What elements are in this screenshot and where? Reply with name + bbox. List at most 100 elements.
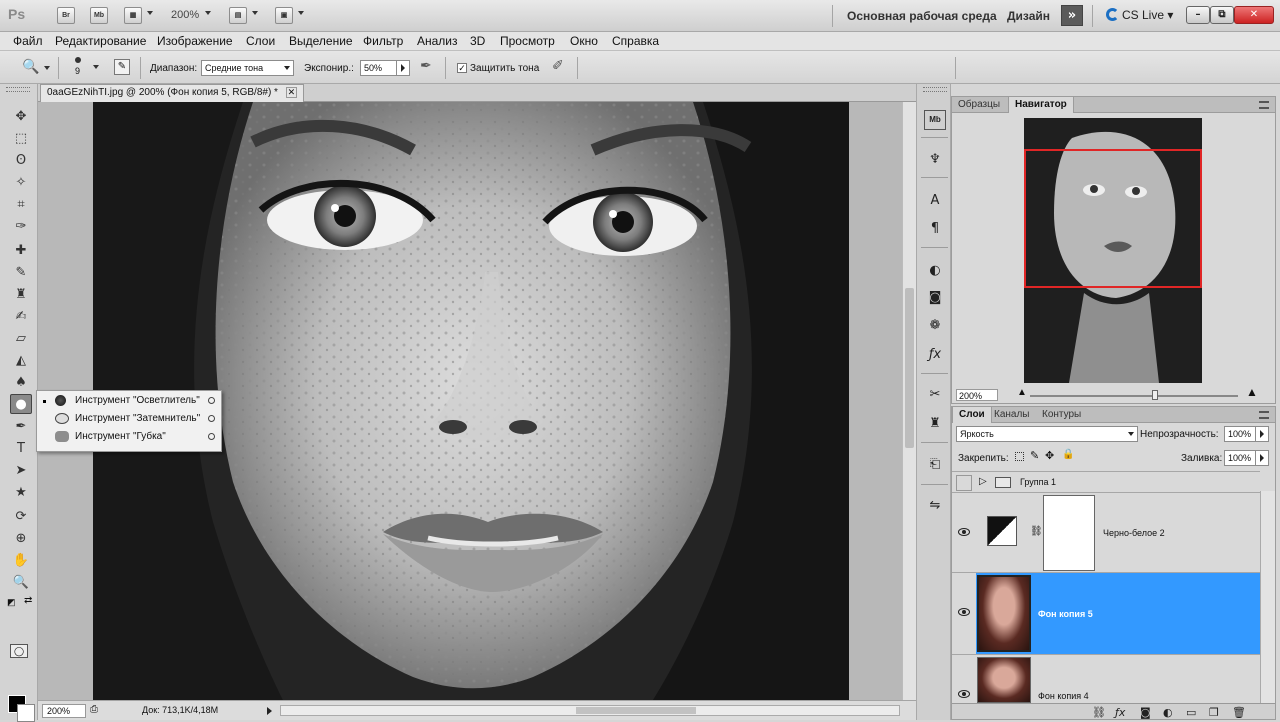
mini-bridge-button[interactable]: Mb [90, 7, 108, 24]
3d-rotate-tool-icon[interactable]: ⟳ [10, 507, 32, 527]
menu-view[interactable]: Просмотр [500, 34, 555, 48]
quick-mask-icon[interactable]: ◯ [10, 644, 28, 658]
gradient-tool-icon[interactable]: ◭ [10, 351, 32, 371]
actions-panel-icon[interactable]: ƒx [924, 345, 946, 365]
hand-tool-icon[interactable]: ✋ [10, 551, 32, 571]
airbrush-icon[interactable]: ✒ [420, 58, 432, 74]
eye-icon[interactable] [958, 528, 970, 536]
document-tab[interactable]: 0aaGEzNihTI.jpg @ 200% (Фон копия 5, RGB… [40, 84, 304, 102]
brush-tool-icon[interactable]: ✎ [10, 263, 32, 283]
slider-handle[interactable] [1152, 390, 1158, 400]
quick-selection-tool-icon[interactable]: ✧ [10, 173, 32, 193]
close-icon[interactable]: ✕ [285, 87, 297, 98]
panel-menu-icon[interactable] [1259, 101, 1269, 109]
lasso-tool-icon[interactable]: ʘ [10, 151, 32, 171]
eyedropper-tool-icon[interactable]: ✑ [10, 217, 32, 237]
default-colors-icon[interactable]: ◩ [7, 597, 16, 608]
brush-panel-toggle-icon[interactable]: ✎ [114, 59, 130, 75]
vertical-scrollbar[interactable] [902, 102, 916, 700]
exposure-input[interactable]: 50% [360, 60, 398, 76]
clone-source-panel-icon[interactable]: ♜ [924, 414, 946, 434]
menu-help[interactable]: Справка [612, 34, 659, 48]
status-page-icon[interactable]: ⎙ [90, 704, 98, 718]
adjustment-layer-icon[interactable]: ◐ [1163, 706, 1173, 719]
scrollbar-thumb[interactable] [576, 707, 696, 714]
character-panel-icon[interactable]: A [924, 191, 946, 211]
tools-presets-panel-icon[interactable]: ✂ [924, 385, 946, 405]
path-selection-tool-icon[interactable]: ➤ [10, 461, 32, 481]
menu-filter[interactable]: Фильтр [363, 34, 403, 48]
clone-stamp-tool-icon[interactable]: ♜ [10, 285, 32, 305]
3d-camera-tool-icon[interactable]: ⊕ [10, 529, 32, 549]
dodge-tool-preset-icon[interactable]: 🔍 [22, 59, 39, 75]
type-tool-icon[interactable]: T [10, 439, 32, 459]
brush-presets-panel-icon[interactable]: ♆ [924, 150, 946, 170]
menu-select[interactable]: Выделение [289, 34, 353, 48]
layer-row-group[interactable]: ▷ Группа 1 [952, 471, 1260, 493]
horizontal-scrollbar[interactable] [280, 705, 900, 716]
lock-image-icon[interactable]: ✎ [1030, 449, 1039, 462]
chevron-down-icon[interactable] [252, 11, 258, 15]
styles-panel-icon[interactable]: ❁ [924, 316, 946, 336]
fill-input[interactable]: 100% [1224, 450, 1256, 466]
lock-all-icon[interactable]: 🔒 [1062, 449, 1074, 460]
opacity-slider-button[interactable] [1255, 426, 1269, 442]
layer-row-adjustment[interactable]: ⛓ Черно-белое 2 [952, 493, 1260, 573]
history-brush-tool-icon[interactable]: ✍ [10, 307, 32, 327]
menu-3d[interactable]: 3D [470, 34, 485, 48]
zoom-level-dropdown[interactable]: 200% [171, 9, 199, 21]
tab-paths[interactable]: Контуры [1036, 407, 1087, 423]
layer-thumbnail[interactable] [977, 657, 1031, 703]
layer-style-icon[interactable]: ƒx [1115, 706, 1125, 719]
opacity-input[interactable]: 100% [1224, 426, 1256, 442]
fill-slider-button[interactable] [1255, 450, 1269, 466]
history-panel-icon[interactable]: ⎗ [924, 455, 946, 475]
menu-analysis[interactable]: Анализ [417, 34, 458, 48]
view-extras-button[interactable]: ▦ [124, 7, 142, 24]
paragraph-panel-icon[interactable]: ¶ [924, 219, 946, 239]
navigator-view-box[interactable] [1024, 149, 1202, 288]
workspace-essentials-button[interactable]: Основная рабочая среда [847, 9, 997, 23]
brush-size-value[interactable]: 9 [75, 66, 80, 76]
dock-grip[interactable] [923, 87, 947, 92]
eraser-tool-icon[interactable]: ▱ [10, 329, 32, 349]
flyout-item-sponge[interactable]: Инструмент "Губка" [37, 428, 221, 446]
background-color-swatch[interactable] [17, 704, 35, 722]
chain-link-icon[interactable]: ⛓ [1030, 526, 1043, 537]
zoom-tool-icon[interactable]: 🔍 [10, 573, 32, 593]
blend-mode-select[interactable]: Яркость [956, 426, 1138, 442]
eye-icon[interactable] [958, 690, 970, 698]
adjustments-panel-icon[interactable]: ◐ [924, 261, 946, 281]
layer-row-selected[interactable]: Фон копия 5 [952, 573, 1260, 655]
layer-thumbnail[interactable] [977, 575, 1031, 652]
eye-icon[interactable] [958, 608, 970, 616]
healing-brush-tool-icon[interactable]: ✚ [10, 241, 32, 261]
chevron-down-icon[interactable] [205, 11, 211, 15]
panel-menu-icon[interactable] [1259, 411, 1269, 419]
cs-live-button[interactable]: CS Live ▾ [1106, 8, 1173, 22]
layers-scrollbar[interactable] [1260, 491, 1275, 703]
new-group-icon[interactable]: ▭ [1186, 706, 1196, 719]
chevron-down-icon[interactable] [298, 11, 304, 15]
arrange-documents-button[interactable]: ▤ [229, 7, 247, 24]
marquee-tool-icon[interactable]: ⬚ [10, 129, 32, 149]
navigator-zoom-input[interactable]: 200% [956, 389, 998, 401]
flyout-item-dodge[interactable]: Инструмент "Осветлитель" [37, 392, 221, 410]
menu-image[interactable]: Изображение [157, 34, 233, 48]
move-tool-icon[interactable]: ✥ [10, 107, 32, 127]
mini-bridge-panel-icon[interactable]: Mb [924, 110, 946, 130]
status-zoom-field[interactable]: 200% [42, 704, 86, 718]
scrollbar-thumb[interactable] [905, 288, 914, 448]
masks-panel-icon[interactable]: ◙ [924, 288, 946, 308]
protect-tones-checkbox[interactable]: ✓ [457, 63, 467, 73]
tab-swatches[interactable]: Образцы [952, 97, 1006, 113]
zoom-out-icon[interactable]: ▲ [1017, 387, 1027, 398]
zoom-in-icon[interactable]: ▲ [1246, 385, 1258, 399]
tablet-pressure-icon[interactable]: ✐ [552, 58, 564, 74]
toolbox-grip[interactable] [6, 87, 30, 92]
pen-tool-icon[interactable]: ✒ [10, 417, 32, 437]
minimize-button[interactable]: – [1186, 6, 1210, 24]
navigator-zoom-slider[interactable] [1030, 395, 1238, 397]
close-window-button[interactable]: ✕ [1234, 6, 1274, 24]
delete-layer-icon[interactable]: 🗑 [1232, 706, 1246, 719]
